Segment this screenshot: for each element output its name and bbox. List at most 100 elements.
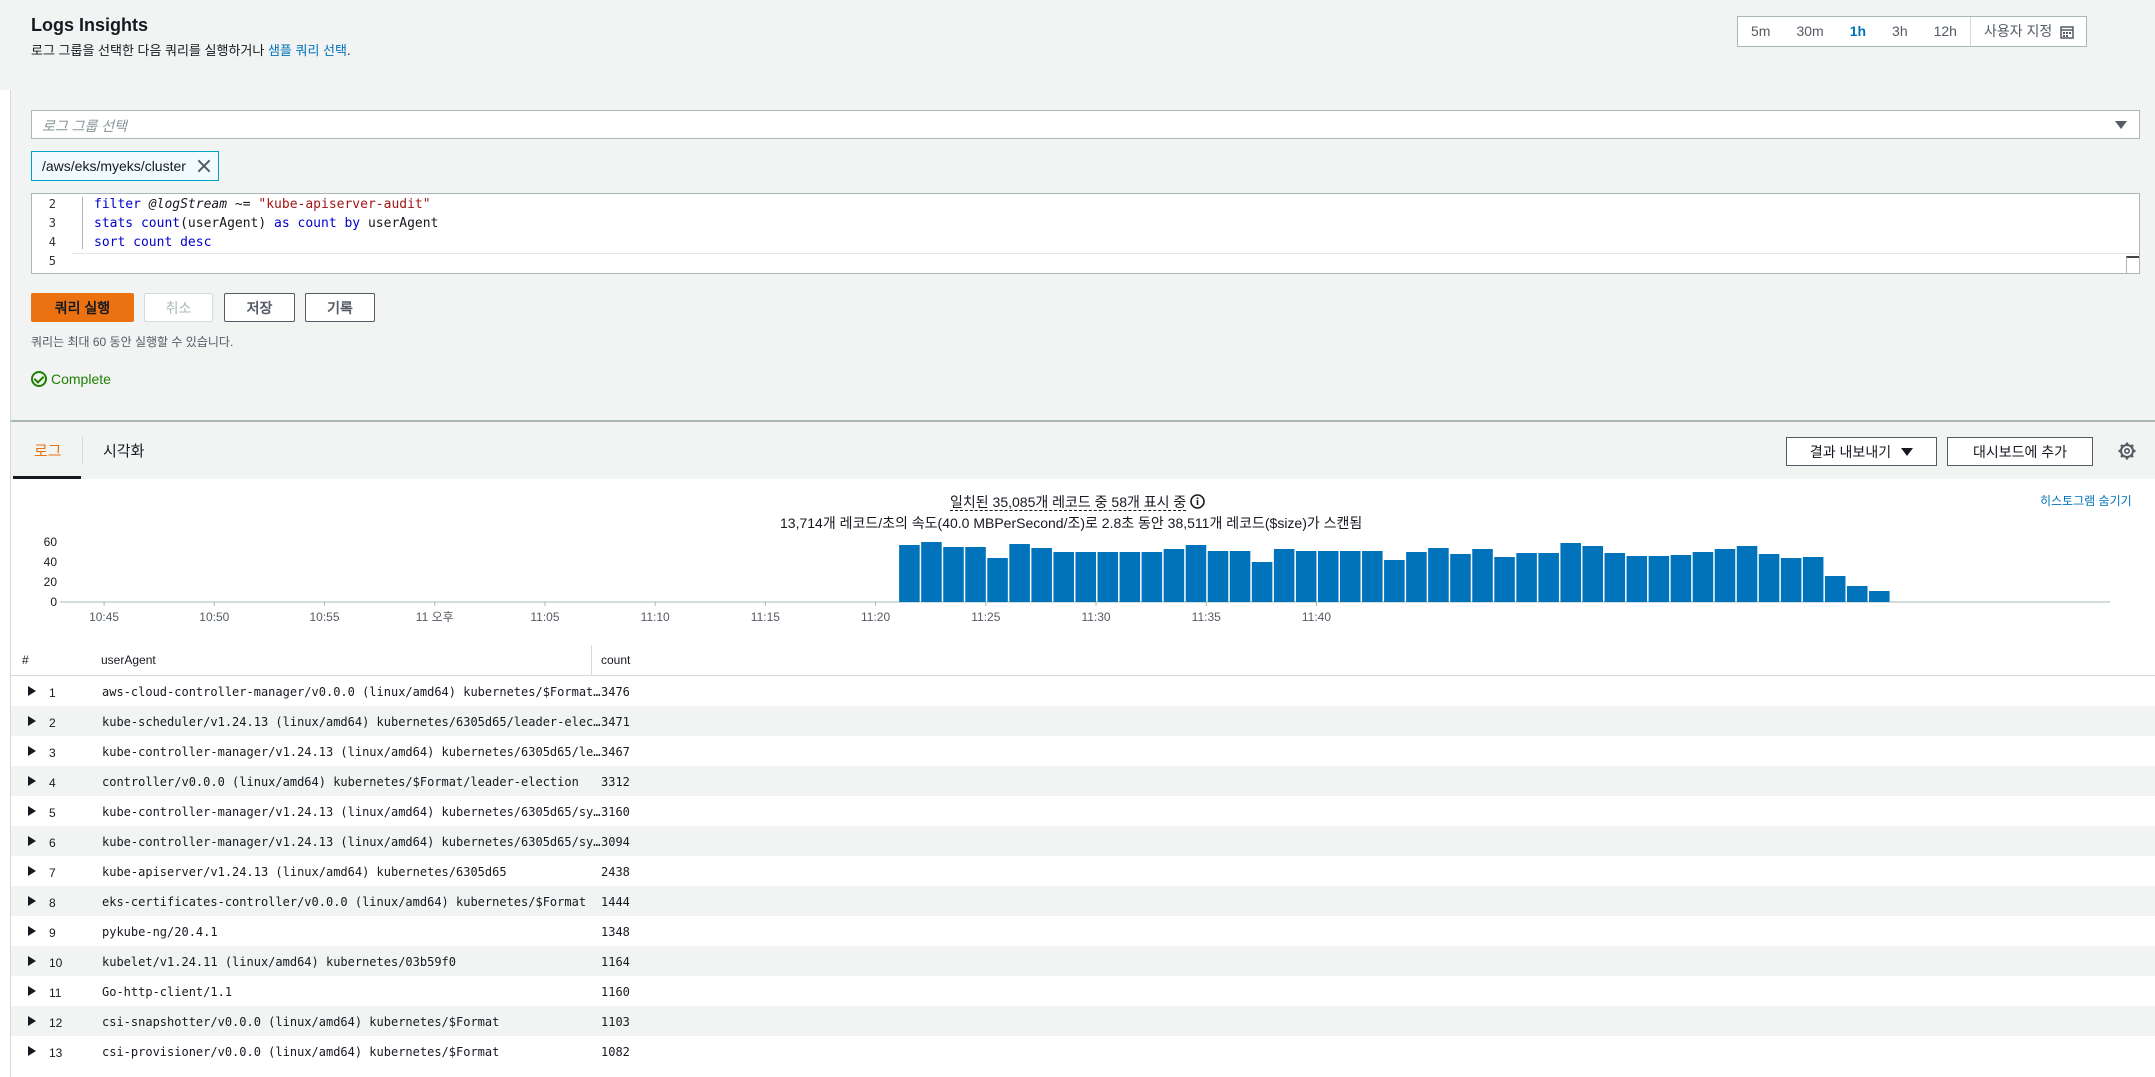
table-row[interactable]: 2 kube-scheduler/v1.24.13 (linux/amd64) k… <box>11 706 2155 736</box>
time-range-12h[interactable]: 12h <box>1921 17 1970 46</box>
histogram-bar <box>1251 562 1273 602</box>
histogram-bar <box>1141 552 1163 602</box>
editor-resize-handle[interactable] <box>2126 256 2139 273</box>
table-row[interactable]: 9 pykube-ng/20.4.1 1348 <box>11 916 2155 946</box>
history-button[interactable]: 기록 <box>305 293 375 322</box>
table-row[interactable]: 10 kubelet/v1.24.11 (linux/amd64) kuberne… <box>11 946 2155 976</box>
row-useragent: Go-http-client/1.1 <box>102 985 233 999</box>
histogram-bar <box>1185 545 1207 602</box>
results-table-header: # userAgent count <box>11 645 2155 676</box>
row-useragent: kube-scheduler/v1.24.13 (linux/amd64) ku… <box>102 715 602 729</box>
row-index: 3 <box>49 746 56 760</box>
tab-logs[interactable]: 로그 <box>34 440 62 461</box>
gear-icon[interactable] <box>2118 442 2136 460</box>
histogram-bar <box>943 547 964 602</box>
log-group-select[interactable]: 로그 그룹 선택 <box>31 110 2140 139</box>
hide-histogram-link[interactable]: 히스토그램 숨기기 <box>2040 492 2132 509</box>
time-range-custom[interactable]: 사용자 지정 <box>1969 17 2086 46</box>
histogram-bar <box>987 558 1008 602</box>
table-row[interactable]: 5 kube-controller-manager/v1.24.13 (linux… <box>11 796 2155 826</box>
column-divider[interactable] <box>591 645 592 675</box>
row-index: 4 <box>49 776 56 790</box>
row-index: 2 <box>49 716 56 730</box>
row-useragent: kubelet/v1.24.11 (linux/amd64) kubernete… <box>102 955 457 969</box>
x-tick-label: 11:05 <box>530 610 559 624</box>
line-number: 5 <box>48 254 56 268</box>
table-row[interactable]: 6 kube-controller-manager/v1.24.13 (linux… <box>11 826 2155 856</box>
expand-row-icon[interactable] <box>28 746 36 756</box>
histogram-bar <box>1824 576 1846 602</box>
indent-guide <box>82 197 83 249</box>
x-tick-label: 11:40 <box>1302 610 1331 624</box>
expand-row-icon[interactable] <box>28 1016 36 1026</box>
column-header-count[interactable]: count <box>601 653 630 667</box>
column-header-index: # <box>22 653 29 667</box>
histogram-bar <box>1207 551 1229 602</box>
row-index: 7 <box>49 866 56 880</box>
table-row[interactable]: 3 kube-controller-manager/v1.24.13 (linux… <box>11 736 2155 766</box>
expand-row-icon[interactable] <box>28 896 36 906</box>
info-icon[interactable] <box>1190 494 1205 509</box>
row-count: 1103 <box>601 1015 630 1029</box>
time-range-3h[interactable]: 3h <box>1879 17 1921 46</box>
page-title: Logs Insights <box>31 15 148 35</box>
time-range-1h[interactable]: 1h <box>1837 17 1879 46</box>
row-count: 3312 <box>601 775 630 789</box>
save-button[interactable]: 저장 <box>224 293 295 322</box>
expand-row-icon[interactable] <box>28 836 36 846</box>
table-row[interactable]: 8 eks-certificates-controller/v0.0.0 (lin… <box>11 886 2155 916</box>
row-useragent: csi-snapshotter/v0.0.0 (linux/amd64) kub… <box>102 1015 500 1029</box>
histogram-bar <box>1075 552 1097 602</box>
records-matched-text: 일치된 35,085개 레코드 중 58개 표시 중 <box>950 494 1187 511</box>
expand-row-icon[interactable] <box>28 716 36 726</box>
row-index: 11 <box>49 986 62 1000</box>
row-useragent: aws-cloud-controller-manager/v0.0.0 (lin… <box>102 685 602 699</box>
table-row[interactable]: 13 csi-provisioner/v0.0.0 (linux/amd64) k… <box>11 1036 2155 1066</box>
row-index: 10 <box>49 956 63 970</box>
expand-row-icon[interactable] <box>28 986 36 996</box>
time-range-5m[interactable]: 5m <box>1738 17 1783 46</box>
histogram-bar <box>1229 551 1251 602</box>
custom-range-label: 사용자 지정 <box>1983 23 2053 39</box>
add-to-dashboard-button[interactable]: 대시보드에 추가 <box>1947 437 2093 466</box>
expand-row-icon[interactable] <box>28 776 36 786</box>
y-tick-label: 60 <box>44 535 58 549</box>
row-index: 5 <box>49 806 56 820</box>
column-header-useragent[interactable]: userAgent <box>101 653 156 667</box>
row-useragent: eks-certificates-controller/v0.0.0 (linu… <box>102 895 587 909</box>
table-row[interactable]: 1 aws-cloud-controller-manager/v0.0.0 (li… <box>11 676 2155 706</box>
expand-row-icon[interactable] <box>28 686 36 696</box>
expand-row-icon[interactable] <box>28 806 36 816</box>
query-editor[interactable]: 2 3 4 5 filter @logStream ~= "kube-apise… <box>31 193 2140 274</box>
row-index: 13 <box>49 1046 63 1060</box>
histogram-bar <box>1428 548 1449 602</box>
table-row[interactable]: 4 controller/v0.0.0 (linux/amd64) kuberne… <box>11 766 2155 796</box>
table-row[interactable]: 11 Go-http-client/1.1 1160 <box>11 976 2155 1006</box>
y-tick-label: 20 <box>44 575 58 589</box>
row-count: 3471 <box>601 715 630 729</box>
tab-visualization[interactable]: 시각화 <box>103 440 144 461</box>
sample-query-link[interactable]: 샘플 쿼리 선택 <box>268 43 347 58</box>
table-row[interactable]: 7 kube-apiserver/v1.24.13 (linux/amd64) k… <box>11 856 2155 886</box>
expand-row-icon[interactable] <box>28 926 36 936</box>
histogram-bar <box>1119 552 1141 602</box>
cancel-button[interactable]: 취소 <box>144 293 213 322</box>
expand-row-icon[interactable] <box>28 866 36 876</box>
expand-row-icon[interactable] <box>28 956 36 966</box>
code-token: desc <box>180 235 212 250</box>
histogram-bar <box>1626 556 1648 602</box>
export-results-button[interactable]: 결과 내보내기 <box>1786 437 1937 466</box>
close-icon[interactable] <box>196 158 212 174</box>
table-row[interactable]: 12 csi-snapshotter/v0.0.0 (linux/amd64) k… <box>11 1006 2155 1036</box>
code-token: ~= <box>227 197 259 212</box>
histogram-bar <box>1516 553 1537 602</box>
expand-row-icon[interactable] <box>28 1046 36 1056</box>
y-tick-label: 40 <box>44 555 58 569</box>
row-index: 1 <box>49 686 56 700</box>
histogram-bar <box>1758 554 1780 602</box>
code-token: count <box>133 235 173 250</box>
time-range-30m[interactable]: 30m <box>1783 17 1836 46</box>
histogram-bar <box>1670 555 1692 602</box>
run-query-button[interactable]: 쿼리 실행 <box>31 293 134 322</box>
